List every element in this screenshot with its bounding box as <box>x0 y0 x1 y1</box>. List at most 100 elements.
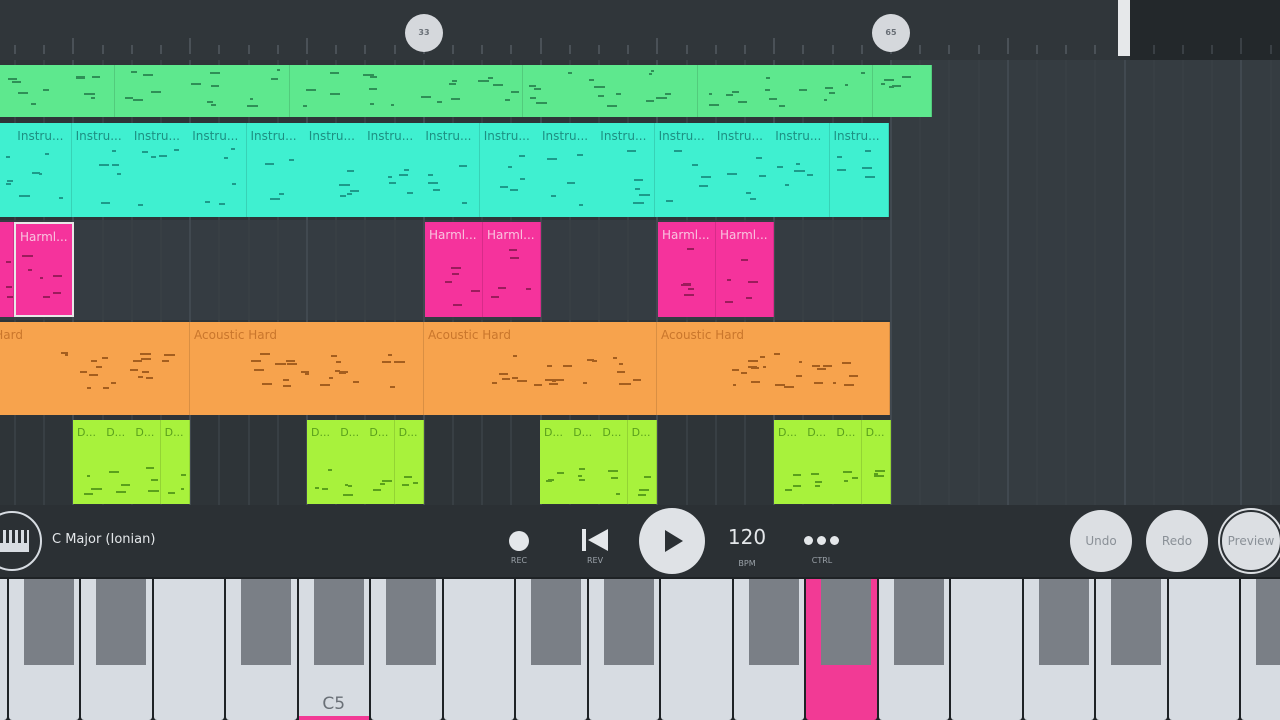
piano-white-key[interactable] <box>661 579 732 720</box>
clip-instrument[interactable]: Instru... <box>829 123 889 217</box>
clip-drum[interactable]: D... <box>102 420 132 504</box>
clip-instrument[interactable]: Instru... <box>654 123 714 217</box>
clip-label: Harml... <box>20 230 68 244</box>
piano-white-key[interactable] <box>1168 579 1239 720</box>
clip-drum[interactable]: D... <box>365 420 395 504</box>
clip-acoustic-hard[interactable]: Acoustic Hard <box>190 322 424 415</box>
clip-drum[interactable]: D... <box>832 420 862 504</box>
clip-acoustic-hard[interactable]: Acoustic Hard <box>0 322 190 415</box>
clip-harmony[interactable]: Harml... <box>658 222 716 317</box>
ctrl-button[interactable]: CTRL <box>802 527 842 567</box>
piano-white-key[interactable] <box>951 579 1022 720</box>
clip-green-pattern[interactable] <box>464 65 524 117</box>
clip-green-pattern[interactable] <box>347 65 407 117</box>
clip-harmony[interactable]: Harml... <box>716 222 774 317</box>
clip-green-pattern[interactable] <box>406 65 466 117</box>
clip-green-pattern[interactable] <box>114 65 174 117</box>
clip-label: D... <box>865 426 885 439</box>
piano-black-key[interactable] <box>603 579 654 665</box>
clip-instrument[interactable]: Instru... <box>421 123 481 217</box>
timeline-ruler[interactable]: 33 65 <box>0 0 1280 60</box>
redo-button[interactable]: Redo <box>1146 510 1208 572</box>
clip-drum[interactable]: D... <box>394 420 425 504</box>
clip-drum[interactable]: D... <box>540 420 570 504</box>
clip-harmony[interactable]: Harml... <box>483 222 541 317</box>
clip-drum[interactable]: D... <box>861 420 892 504</box>
note <box>344 483 349 486</box>
piano-white-key[interactable] <box>0 579 7 720</box>
clip-instrument[interactable]: Instru... <box>246 123 306 217</box>
clip-drum[interactable]: D... <box>569 420 599 504</box>
piano-black-key[interactable] <box>1256 579 1280 665</box>
note <box>211 103 216 106</box>
clip-green-pattern[interactable] <box>522 65 582 117</box>
bar-marker-65[interactable]: 65 <box>872 14 910 52</box>
bar-marker-33[interactable]: 33 <box>405 14 443 52</box>
piano-black-key[interactable] <box>386 579 436 665</box>
clip-green-pattern[interactable] <box>172 65 232 117</box>
clip-harmony[interactable] <box>0 222 14 317</box>
clip-harmony[interactable]: Harml... <box>425 222 483 317</box>
undo-button[interactable]: Undo <box>1070 510 1132 572</box>
piano-black-key[interactable] <box>748 579 799 665</box>
piano-white-key[interactable] <box>443 579 514 720</box>
clip-instrument[interactable]: Instru... <box>771 123 831 217</box>
clip-acoustic-hard[interactable]: Acoustic Hard <box>424 322 657 415</box>
clip-instrument[interactable]: Instru... <box>479 123 539 217</box>
clip-instrument[interactable]: Instru... <box>596 123 656 217</box>
piano-keyboard[interactable]: C5 <box>0 577 1280 720</box>
clip-drum[interactable]: D... <box>627 420 658 504</box>
piano-black-key[interactable] <box>313 579 364 665</box>
playhead[interactable] <box>1118 0 1130 56</box>
tempo-control[interactable]: 120 BPM <box>722 525 772 569</box>
clip-green-pattern[interactable] <box>872 65 932 117</box>
piano-black-key[interactable] <box>893 579 944 665</box>
note <box>382 361 391 364</box>
clip-harmony[interactable]: Harml... <box>14 222 74 317</box>
clip-instrument[interactable]: Instru... <box>538 123 597 217</box>
scale-label[interactable]: C Major (Ionian) <box>52 532 155 547</box>
clip-green-pattern[interactable] <box>814 65 874 117</box>
clip-instrument[interactable]: Instru... <box>363 123 423 217</box>
clip-drum[interactable]: D... <box>131 420 161 504</box>
clip-drum[interactable]: D... <box>774 420 804 504</box>
piano-roll-button[interactable] <box>0 511 42 571</box>
preview-button[interactable]: Preview <box>1220 510 1280 572</box>
clip-acoustic-hard[interactable]: Acoustic Hard <box>657 322 890 415</box>
clip-green-pattern[interactable] <box>639 65 699 117</box>
clip-instrument[interactable]: Instru... <box>71 123 131 217</box>
clip-green-pattern[interactable] <box>56 65 116 117</box>
clip-green-pattern[interactable] <box>231 65 291 117</box>
play-button[interactable] <box>639 508 705 574</box>
piano-white-key[interactable] <box>153 579 224 720</box>
clip-instrument[interactable]: Instru... <box>188 123 248 217</box>
clip-green-pattern[interactable] <box>697 65 757 117</box>
clip-instrument[interactable] <box>0 123 14 217</box>
piano-black-key[interactable] <box>821 579 871 665</box>
piano-black-key[interactable] <box>241 579 291 665</box>
clip-green-pattern[interactable] <box>0 65 57 117</box>
record-button[interactable]: REC <box>499 527 539 567</box>
clip-instrument[interactable]: Instru... <box>13 123 73 217</box>
clip-instrument[interactable]: Instru... <box>712 123 772 217</box>
clip-drum[interactable]: D... <box>73 420 103 504</box>
playlist-grid[interactable]: Instru... Instru... Instru... Instru... Inst… <box>0 60 1280 505</box>
piano-black-key[interactable] <box>1111 579 1161 665</box>
clip-green-pattern[interactable] <box>581 65 640 117</box>
piano-black-key[interactable] <box>1038 579 1089 665</box>
note <box>399 174 409 177</box>
clip-green-pattern[interactable] <box>755 65 815 117</box>
clip-drum[interactable]: D... <box>336 420 366 504</box>
clip-drum[interactable]: D... <box>160 420 191 504</box>
piano-black-key[interactable] <box>531 579 581 665</box>
clip-instrument[interactable]: Instru... <box>129 123 189 217</box>
ruler-tick <box>189 38 192 54</box>
clip-green-pattern[interactable] <box>289 65 349 117</box>
piano-black-key[interactable] <box>96 579 146 665</box>
clip-drum[interactable]: D... <box>598 420 628 504</box>
clip-instrument[interactable]: Instru... <box>304 123 364 217</box>
clip-drum[interactable]: D... <box>803 420 833 504</box>
clip-drum[interactable]: D... <box>307 420 337 504</box>
piano-black-key[interactable] <box>23 579 74 665</box>
rewind-button[interactable]: REV <box>575 527 615 567</box>
